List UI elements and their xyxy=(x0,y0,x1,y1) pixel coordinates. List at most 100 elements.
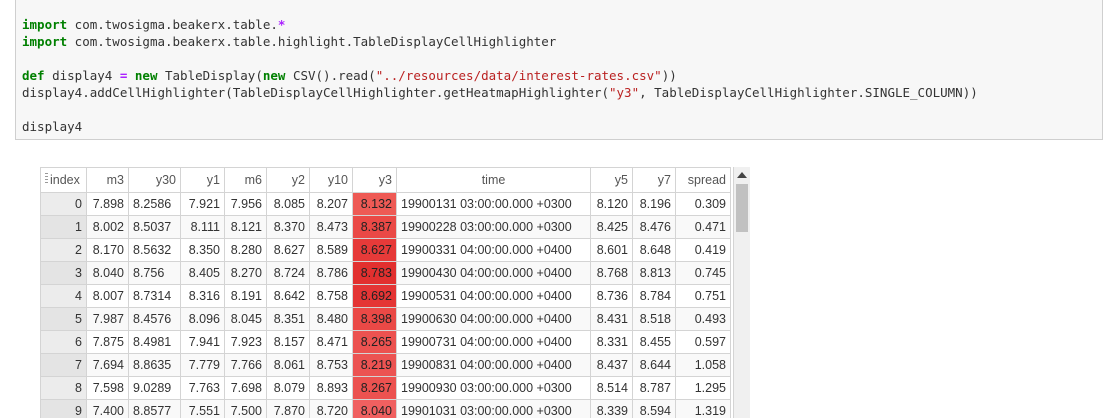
table-cell-y7: 8.594 xyxy=(632,399,676,418)
code-cell[interactable]: import com.twosigma.beakerx.table.* impo… xyxy=(15,0,1103,140)
scroll-up-icon[interactable] xyxy=(737,172,747,178)
table-cell-y3: 8.398 xyxy=(352,307,397,331)
table-cell-spread: 0.309 xyxy=(675,192,731,216)
table-cell-spread: 0.745 xyxy=(675,261,731,285)
column-header-index[interactable]: index xyxy=(40,167,87,193)
table-row[interactable]: 3 8.040 8.756 8.405 8.270 8.724 8.786 8.783 1990… xyxy=(40,261,731,285)
row-index-cell: 3 xyxy=(40,261,87,285)
column-header-y3[interactable]: y3 xyxy=(352,167,397,193)
table-cell-m3: 7.694 xyxy=(86,353,129,377)
vertical-scrollbar[interactable] xyxy=(733,167,750,418)
code-line: display4 xyxy=(22,119,82,134)
table-row[interactable]: 4 8.007 8.7314 8.316 8.191 8.642 8.758 8.692 199… xyxy=(40,284,731,308)
code-token: display4 xyxy=(44,68,120,83)
table-cell-m6: 7.500 xyxy=(224,399,267,418)
row-index-cell: 2 xyxy=(40,238,87,262)
column-header-spread[interactable]: spread xyxy=(675,167,731,193)
table-cell-time: 19900930 03:00:00.000 +0300 xyxy=(396,376,591,400)
table-cell-m6: 8.121 xyxy=(224,215,267,239)
table-row[interactable]: 8 7.598 9.0289 7.763 7.698 8.079 8.893 8.267 199… xyxy=(40,376,731,400)
column-header-label: y10 xyxy=(327,173,348,187)
column-header-m6[interactable]: m6 xyxy=(224,167,267,193)
row-index-cell: 1 xyxy=(40,215,87,239)
code-editor[interactable]: import com.twosigma.beakerx.table.* impo… xyxy=(22,16,978,135)
column-header-y1[interactable]: y1 xyxy=(180,167,225,193)
table-row[interactable]: 2 8.170 8.5632 8.350 8.280 8.627 8.589 8.627 199… xyxy=(40,238,731,262)
table-cell-y5: 8.736 xyxy=(590,284,633,308)
table-row[interactable]: 5 7.987 8.4576 8.096 8.045 8.351 8.480 8.398 199… xyxy=(40,307,731,331)
column-header-y7[interactable]: y7 xyxy=(632,167,676,193)
table-cell-spread: 1.295 xyxy=(675,376,731,400)
table-cell-y2: 8.351 xyxy=(266,307,310,331)
table-cell-y2: 8.627 xyxy=(266,238,310,262)
table-cell-y10: 8.893 xyxy=(309,376,353,400)
column-header-y2[interactable]: y2 xyxy=(266,167,310,193)
table-cell-spread: 0.751 xyxy=(675,284,731,308)
table-cell-y30: 8.8577 xyxy=(128,399,181,418)
table-cell-m6: 7.956 xyxy=(224,192,267,216)
code-token: CSV().read( xyxy=(285,68,376,83)
code-token: new xyxy=(134,68,158,83)
table-cell-y2: 8.370 xyxy=(266,215,310,239)
table-cell-y10: 8.786 xyxy=(309,261,353,285)
column-header-y5[interactable]: y5 xyxy=(590,167,633,193)
code-token: "../resources/data/interest-rates.csv" xyxy=(375,68,662,83)
table-cell-y10: 8.758 xyxy=(309,284,353,308)
table-cell-time: 19900228 03:00:00.000 +0300 xyxy=(396,215,591,239)
row-index-cell: 6 xyxy=(40,330,87,354)
table-cell-y10: 8.471 xyxy=(309,330,353,354)
code-token: import xyxy=(22,34,68,49)
column-header-time[interactable]: time xyxy=(396,167,591,193)
table-cell-y3: 8.132 xyxy=(352,192,397,216)
table-cell-y3: 8.692 xyxy=(352,284,397,308)
table-row[interactable]: 9 7.400 8.8577 7.551 7.500 7.870 8.720 8.040 199… xyxy=(40,399,731,418)
scroll-thumb[interactable] xyxy=(736,184,748,232)
table-cell-spread: 1.319 xyxy=(675,399,731,418)
table-cell-y1: 7.551 xyxy=(180,399,225,418)
drag-handle-icon[interactable] xyxy=(45,173,48,185)
table-cell-y1: 7.921 xyxy=(180,192,225,216)
column-header-m3[interactable]: m3 xyxy=(86,167,129,193)
code-token: display4.addCellHighlighter(TableDisplay… xyxy=(22,85,609,100)
table-cell-y5: 8.514 xyxy=(590,376,633,400)
table-cell-spread: 0.419 xyxy=(675,238,731,262)
column-header-label: y2 xyxy=(291,173,305,187)
table-cell-spread: 0.493 xyxy=(675,307,731,331)
row-index-cell: 5 xyxy=(40,307,87,331)
table-cell-y10: 8.753 xyxy=(309,353,353,377)
table-cell-spread: 0.597 xyxy=(675,330,731,354)
table-cell-m6: 7.923 xyxy=(224,330,267,354)
table-cell-y7: 8.787 xyxy=(632,376,676,400)
table-display: index m3 y30 y1 m6 y2 y10 y3 time y5 y7 spread 0 7.8… xyxy=(40,167,750,418)
column-header-label: y1 xyxy=(206,173,220,187)
table-cell-y30: 8.8635 xyxy=(128,353,181,377)
column-header-y10[interactable]: y10 xyxy=(309,167,353,193)
table-cell-y10: 8.473 xyxy=(309,215,353,239)
code-line: import com.twosigma.beakerx.table.* xyxy=(22,17,285,32)
column-header-label: y30 xyxy=(155,173,176,187)
table-row[interactable]: 6 7.875 8.4981 7.941 7.923 8.157 8.471 8.265 199… xyxy=(40,330,731,354)
column-header-y30[interactable]: y30 xyxy=(128,167,181,193)
column-header-label: index xyxy=(50,173,80,187)
table-cell-y2: 7.870 xyxy=(266,399,310,418)
table-cell-m3: 7.898 xyxy=(86,192,129,216)
table-cell-y30: 8.5037 xyxy=(128,215,181,239)
table-cell-y10: 8.720 xyxy=(309,399,353,418)
column-header-label: time xyxy=(481,173,506,187)
table-cell-y3: 8.783 xyxy=(352,261,397,285)
table-cell-y5: 8.425 xyxy=(590,215,633,239)
table-cell-y7: 8.784 xyxy=(632,284,676,308)
table-cell-y5: 8.601 xyxy=(590,238,633,262)
table-cell-y5: 8.431 xyxy=(590,307,633,331)
row-index-cell: 8 xyxy=(40,376,87,400)
table-row[interactable]: 0 7.898 8.2586 7.921 7.956 8.085 8.207 8.132 199… xyxy=(40,192,731,216)
code-token: display4 xyxy=(22,119,83,134)
table-cell-y3: 8.627 xyxy=(352,238,397,262)
table-cell-time: 19900831 04:00:00.000 +0400 xyxy=(396,353,591,377)
column-header-label: y5 xyxy=(614,173,628,187)
table-row[interactable]: 1 8.002 8.5037 8.111 8.121 8.370 8.473 8.387 199… xyxy=(40,215,731,239)
table-row[interactable]: 7 7.694 8.8635 7.779 7.766 8.061 8.753 8.219 199… xyxy=(40,353,731,377)
code-token: "y3" xyxy=(609,85,640,100)
code-token: , TableDisplayCellHighlighter.SINGLE_COL… xyxy=(639,85,978,100)
